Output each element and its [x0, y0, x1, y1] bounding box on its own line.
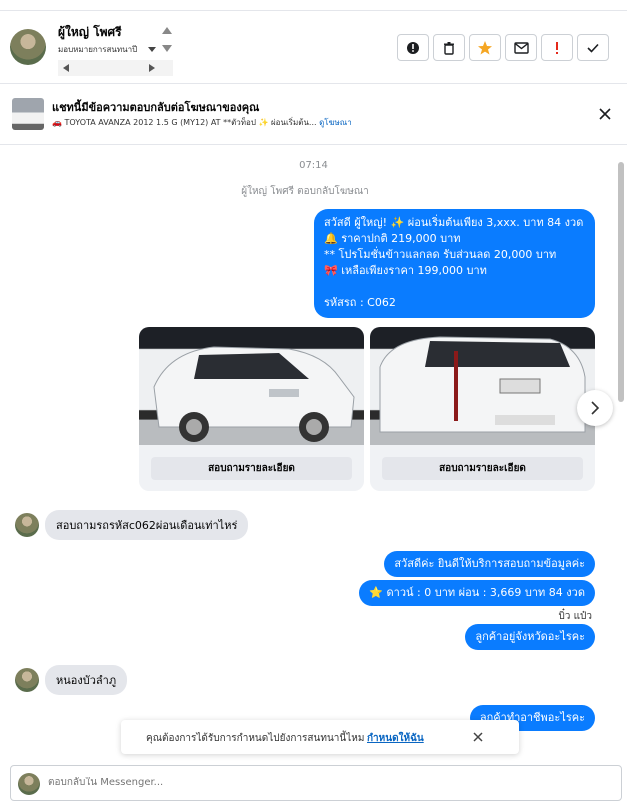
contact-name[interactable]: ผู้ใหญ่ โพศรี [58, 23, 122, 42]
message-line: สวัสดี ผู้ใหญ่! ✨ ผ่อนเริ่มต้นเพียง 3,xx… [324, 216, 584, 229]
exclamation-icon [556, 41, 558, 54]
close-icon [599, 108, 611, 120]
incoming-message: สอบถามรถรหัสc062ผ่อนเดือนเท่าไหร่ [45, 510, 249, 540]
follow-up-button[interactable] [541, 34, 573, 61]
chevron-right-icon [591, 401, 600, 415]
message-line: รหัสรถ : C062 [324, 296, 396, 309]
close-icon[interactable] [471, 730, 485, 744]
mark-done-button[interactable] [577, 34, 609, 61]
message-line: ** โปรโมชั่นข้าวแลกลด รับส่วนลด 20,000 บ… [324, 248, 557, 261]
trash-icon [444, 41, 454, 55]
scroll-down-icon[interactable] [162, 45, 172, 52]
ad-banner-title: แชทนี้มีข้อความตอบกลับต่อโฆษณาของคุณ [52, 101, 260, 114]
ad-reply-banner: แชทนี้มีข้อความตอบกลับต่อโฆษณาของคุณ 🚗 T… [0, 84, 627, 145]
conversation-panel: ผู้ใหญ่ โพศรี มอบหมายการสนทนาปี แชทนี้มี… [0, 0, 627, 801]
delete-button[interactable] [433, 34, 465, 61]
message-timestamp: 07:14 [299, 160, 328, 171]
carousel-next-button[interactable] [577, 390, 613, 426]
alert-circle-icon [407, 41, 419, 54]
star-button[interactable] [469, 34, 501, 61]
assign-to-me-link[interactable]: กำหนดให้ฉัน [367, 731, 424, 746]
assign-dropdown-label: มอบหมายการสนทนาปี [58, 45, 138, 54]
page-avatar [18, 773, 40, 795]
assign-dropdown[interactable]: มอบหมายการสนทนาปี [56, 43, 160, 57]
check-icon [587, 43, 599, 53]
ad-banner-subtitle: 🚗 TOYOTA AVANZA 2012 1.5 G (MY12) AT **ต… [52, 116, 352, 129]
scrollbar-thumb[interactable] [618, 162, 624, 402]
replied-to-ad-note: ผู้ใหญ่ โพศรี ตอบกลับโฆษณา [241, 186, 369, 197]
message-line: 🎀 เหลือเพียงราคา 199,000 บาท [324, 264, 487, 277]
incoming-message: หนองบัวลำภู [45, 665, 128, 695]
view-ad-link[interactable]: ดูโฆษณา [319, 118, 352, 127]
carousel-card: สอบถามรายละเอียด [139, 327, 364, 491]
mail-icon [513, 41, 529, 54]
mark-unread-button[interactable] [505, 34, 537, 61]
reply-composer [10, 765, 622, 801]
ask-details-button[interactable]: สอบถามรายละเอียด [382, 457, 583, 480]
car-image [379, 336, 586, 433]
assign-notice-text: คุณต้องการได้รับการกำหนดไปยังการสนทนานี้… [146, 733, 365, 744]
outgoing-message: ลูกค้าอยู่จังหวัดอะไรคะ [465, 624, 595, 650]
car-front-image[interactable] [139, 327, 364, 445]
ad-description: 🚗 TOYOTA AVANZA 2012 1.5 G (MY12) AT **ต… [52, 118, 317, 127]
chevron-down-icon [148, 47, 156, 52]
contact-avatar[interactable] [10, 29, 46, 65]
message-line [324, 279, 585, 295]
star-icon [478, 40, 492, 54]
reply-input[interactable] [48, 777, 568, 788]
contact-avatar [15, 668, 39, 692]
message-line: 🔔 ราคาปกติ 219,000 บาท [324, 232, 461, 245]
thread-scrollbar[interactable] [617, 148, 625, 718]
header-scroll-control[interactable] [160, 25, 174, 55]
scroll-right-icon[interactable] [149, 64, 155, 72]
horizontal-scrollbar[interactable] [58, 60, 173, 76]
carousel-card: สอบถามรายละเอียด [370, 327, 595, 491]
seen-by-label: บิ๋ว แป๋ว [558, 611, 592, 622]
close-banner-button[interactable] [595, 104, 615, 124]
contact-avatar [15, 513, 39, 537]
car-rear-image[interactable] [370, 327, 595, 445]
assign-notice: คุณต้องการได้รับการกำหนดไปยังการสนทนานี้… [121, 720, 519, 754]
outgoing-message: ⭐ ดาวน์ : 0 บาท ผ่อน : 3,669 บาท 84 งวด [359, 580, 595, 606]
message-thread[interactable]: 07:14 ผู้ใหญ่ โพศรี ตอบกลับโฆษณา สวัสดี … [0, 146, 627, 766]
scroll-up-icon[interactable] [162, 27, 172, 34]
scroll-left-icon[interactable] [63, 64, 69, 72]
outgoing-message: สวัสดี ผู้ใหญ่! ✨ ผ่อนเริ่มต้นเพียง 3,xx… [314, 209, 595, 318]
ask-details-button[interactable]: สอบถามรายละเอียด [151, 457, 352, 480]
mark-spam-button[interactable] [397, 34, 429, 61]
ad-thumbnail[interactable] [12, 98, 44, 130]
conversation-header: ผู้ใหญ่ โพศรี มอบหมายการสนทนาปี [0, 10, 627, 84]
car-image [153, 346, 355, 442]
outgoing-message: สวัสดีค่ะ ยินดีให้บริการสอบถามข้อมูลค่ะ [384, 551, 595, 577]
